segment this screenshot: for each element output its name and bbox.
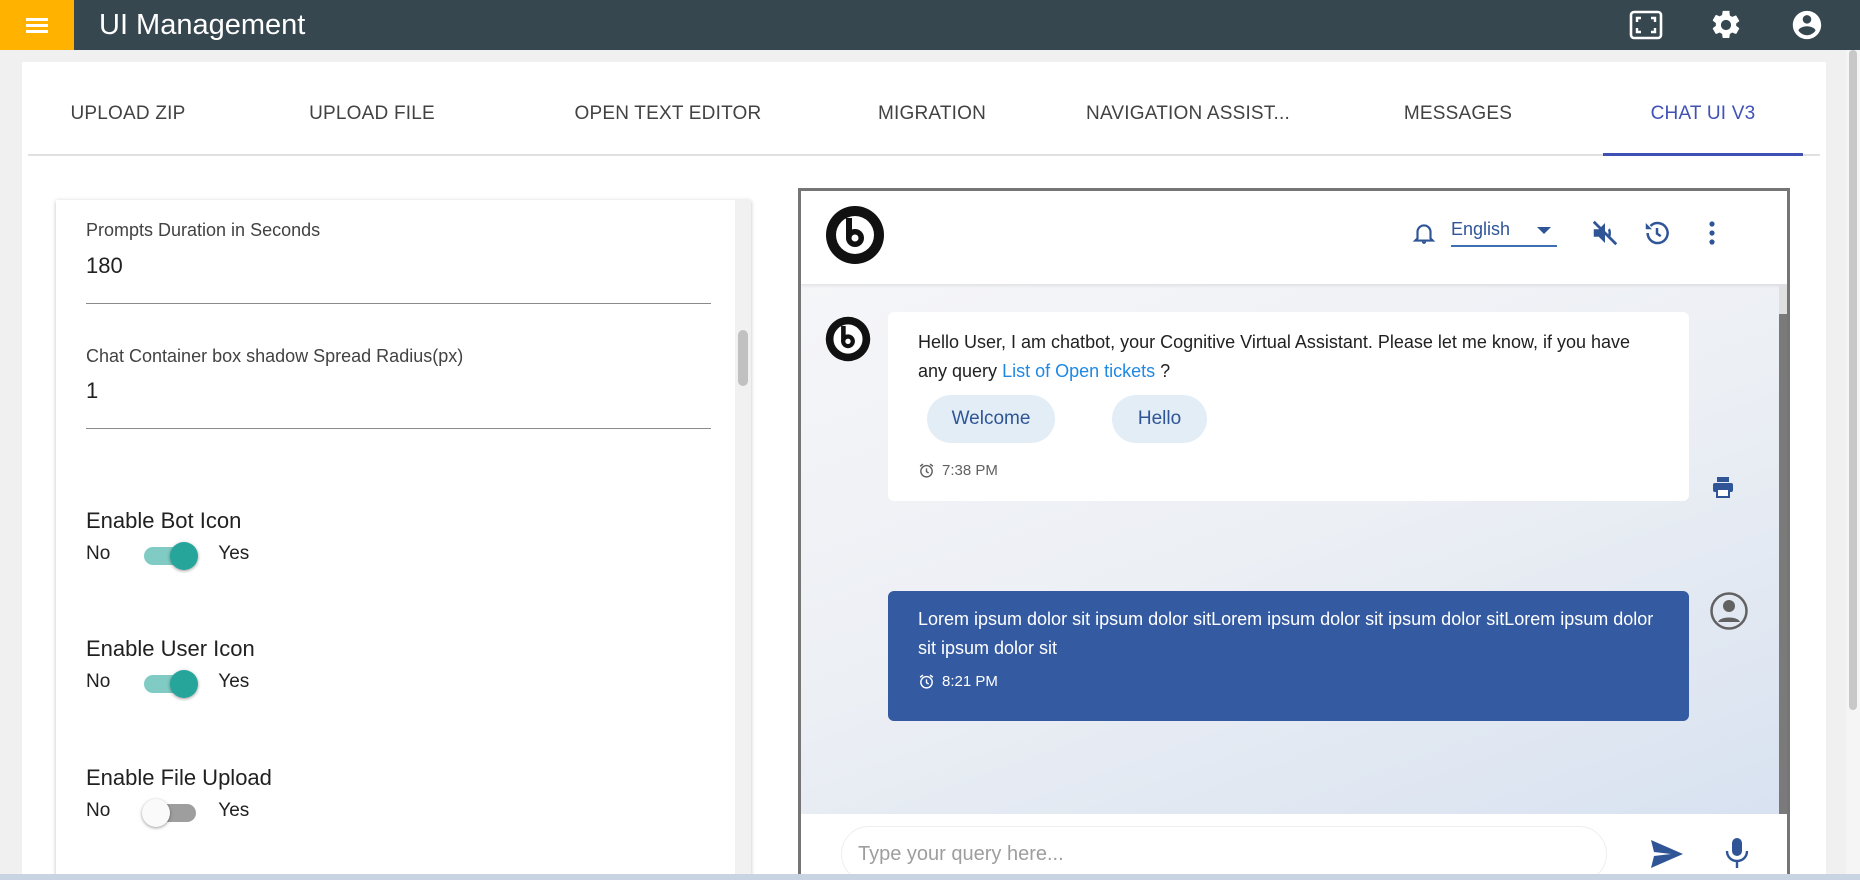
spread-radius-underline bbox=[86, 428, 711, 429]
more-vert-icon bbox=[1709, 221, 1715, 245]
enable-file-upload-switch[interactable] bbox=[142, 796, 200, 827]
prompts-duration-label: Prompts Duration in Seconds bbox=[86, 220, 321, 240]
language-select[interactable]: English bbox=[1451, 213, 1557, 247]
settings-button[interactable] bbox=[1707, 6, 1745, 44]
chat-footer bbox=[801, 814, 1787, 880]
enable-file-upload-title: Enable File Upload bbox=[86, 765, 272, 790]
spread-radius-input[interactable]: 1 bbox=[86, 378, 98, 404]
send-icon[interactable] bbox=[1649, 838, 1685, 870]
bot-message-time: 7:38 PM bbox=[942, 461, 998, 479]
notifications-button[interactable] bbox=[1406, 215, 1442, 251]
chat-preview: English Hello User, I am chatbot, your C… bbox=[798, 188, 1790, 880]
active-tab-indicator bbox=[1603, 153, 1803, 156]
account-button[interactable] bbox=[1788, 6, 1826, 44]
tab-open-text-editor[interactable]: OPEN TEXT EDITOR bbox=[548, 72, 788, 156]
page-scrollbar[interactable] bbox=[1846, 50, 1860, 880]
tab-upload-zip[interactable]: UPLOAD ZIP bbox=[28, 72, 228, 156]
more-options-button[interactable] bbox=[1694, 215, 1730, 251]
menu-button[interactable] bbox=[0, 0, 74, 50]
user-message-bubble: Lorem ipsum dolor sit ipsum dolor sitLor… bbox=[888, 591, 1689, 721]
user-message-text: Lorem ipsum dolor sit ipsum dolor sitLor… bbox=[918, 609, 1654, 658]
settings-gear-icon bbox=[1712, 10, 1740, 39]
toggle-no-label: No bbox=[86, 800, 111, 821]
bot-logo-icon bbox=[826, 206, 884, 264]
bot-message-time-row: 7:38 PM bbox=[918, 458, 998, 482]
history-icon bbox=[1645, 221, 1669, 245]
toggle-yes-label: Yes bbox=[218, 800, 250, 821]
chat-scrollbar[interactable] bbox=[1779, 284, 1787, 814]
tab-navigation-assist[interactable]: NAVIGATION ASSIST... bbox=[1068, 72, 1308, 156]
tab-chat-ui-v3[interactable]: CHAT UI V3 bbox=[1603, 72, 1803, 156]
enable-bot-icon-toggle-row: No Yes bbox=[86, 539, 250, 570]
quick-reply-welcome[interactable]: Welcome bbox=[927, 395, 1055, 443]
chevron-down-icon bbox=[1537, 227, 1551, 234]
bot-message-bubble: Hello User, I am chatbot, your Cognitive… bbox=[888, 312, 1689, 501]
alarm-clock-icon bbox=[919, 463, 934, 478]
main-card: UPLOAD ZIP UPLOAD FILE OPEN TEXT EDITOR … bbox=[22, 62, 1826, 880]
bell-icon bbox=[1412, 224, 1436, 244]
mute-button[interactable] bbox=[1587, 215, 1623, 251]
enable-bot-icon-switch[interactable] bbox=[142, 539, 200, 570]
menu-icon bbox=[26, 15, 48, 36]
language-value: English bbox=[1451, 218, 1511, 239]
history-button[interactable] bbox=[1639, 215, 1675, 251]
enable-user-icon-toggle-row: No Yes bbox=[86, 667, 250, 698]
toggle-no-label: No bbox=[86, 671, 111, 692]
prompts-duration-input[interactable]: 180 bbox=[86, 253, 123, 279]
chat-scrollbar-thumb[interactable] bbox=[1779, 314, 1787, 814]
window-bottom-edge bbox=[0, 874, 1860, 880]
tab-migration[interactable]: MIGRATION bbox=[832, 72, 1032, 156]
bot-avatar-icon bbox=[825, 316, 871, 362]
settings-scrollbar-thumb[interactable] bbox=[738, 330, 748, 386]
enable-file-upload-toggle-row: No Yes bbox=[86, 796, 250, 827]
toggle-yes-label: Yes bbox=[218, 671, 250, 692]
enable-user-icon-title: Enable User Icon bbox=[86, 636, 255, 661]
toggle-no-label: No bbox=[86, 543, 111, 564]
app-title: UI Management bbox=[99, 9, 306, 41]
mic-icon[interactable] bbox=[1723, 836, 1751, 870]
user-message-time: 8:21 PM bbox=[942, 672, 998, 690]
enable-user-icon-switch[interactable] bbox=[142, 667, 200, 698]
bot-message-text: Hello User, I am chatbot, your Cognitive… bbox=[918, 328, 1658, 386]
alarm-clock-icon bbox=[919, 674, 934, 689]
enable-bot-icon-title: Enable Bot Icon bbox=[86, 508, 242, 533]
fullscreen-button[interactable] bbox=[1627, 6, 1665, 44]
tab-messages[interactable]: MESSAGES bbox=[1358, 72, 1558, 156]
settings-scrollbar[interactable] bbox=[735, 200, 751, 880]
user-avatar-icon bbox=[1710, 592, 1748, 630]
chat-header: English bbox=[801, 191, 1787, 284]
chat-query-input[interactable] bbox=[841, 826, 1607, 880]
print-icon[interactable] bbox=[1711, 476, 1735, 498]
toggle-yes-label: Yes bbox=[218, 543, 250, 564]
tab-bar: UPLOAD ZIP UPLOAD FILE OPEN TEXT EDITOR … bbox=[28, 72, 1820, 156]
mute-icon bbox=[1592, 220, 1618, 246]
settings-panel: Prompts Duration in Seconds 180 Chat Con… bbox=[56, 200, 751, 880]
tab-upload-file[interactable]: UPLOAD FILE bbox=[272, 72, 472, 156]
open-tickets-link[interactable]: List of Open tickets bbox=[1002, 361, 1155, 381]
quick-reply-hello[interactable]: Hello bbox=[1112, 395, 1207, 443]
fullscreen-icon bbox=[1629, 10, 1663, 40]
page-scrollbar-thumb[interactable] bbox=[1849, 50, 1857, 710]
prompts-duration-underline bbox=[86, 303, 711, 304]
user-message-time-row: 8:21 PM bbox=[918, 669, 998, 693]
top-app-bar: UI Management bbox=[0, 0, 1860, 50]
bot-message-suffix: ? bbox=[1155, 361, 1171, 381]
spread-radius-label: Chat Container box shadow Spread Radius(… bbox=[86, 346, 464, 366]
account-circle-icon bbox=[1792, 10, 1822, 40]
